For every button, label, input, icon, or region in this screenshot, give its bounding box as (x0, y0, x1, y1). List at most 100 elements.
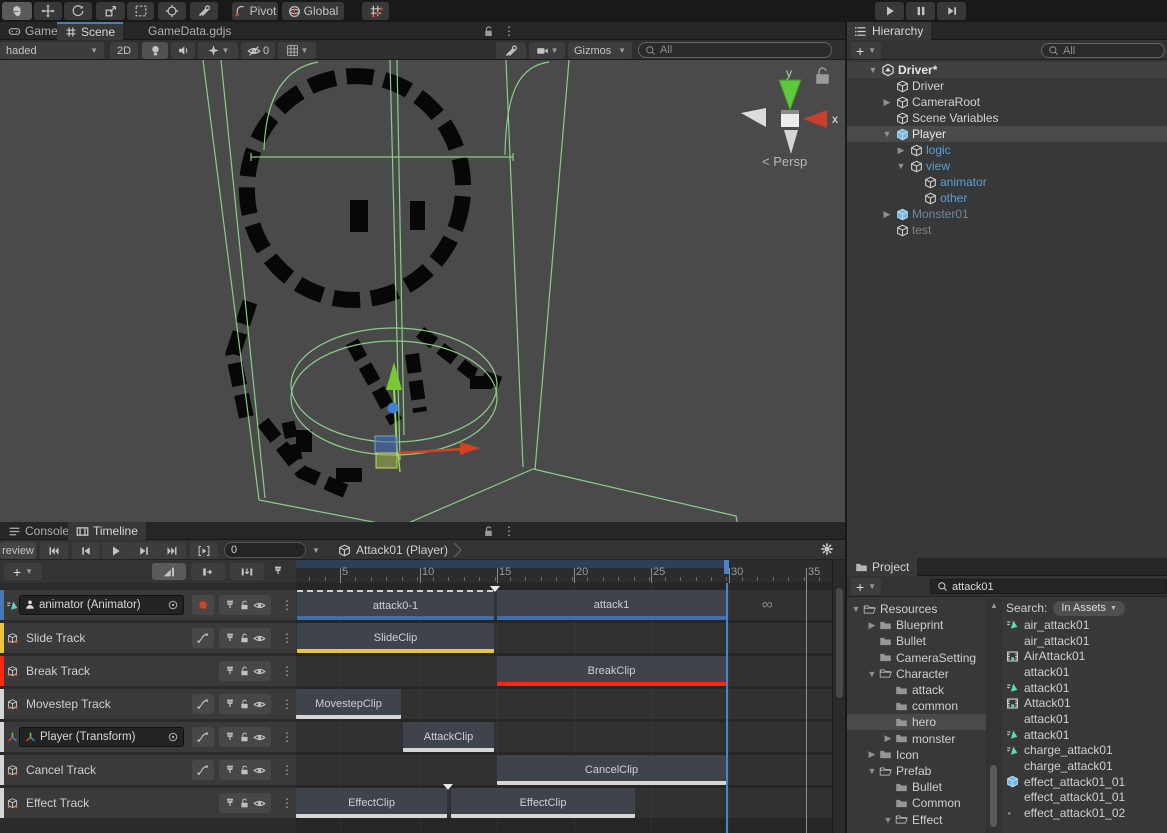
scene-audio-button[interactable] (171, 42, 195, 59)
search-result-item[interactable]: air_attack01 (1002, 633, 1167, 649)
timeline-track-header[interactable]: Movestep Track ⋮ (0, 689, 296, 719)
project-folder-item[interactable]: ▼Resources (847, 601, 986, 617)
project-folder-item[interactable]: Common (847, 795, 986, 811)
step-button[interactable] (937, 2, 966, 20)
timeline-clip[interactable]: BreakClip (497, 656, 726, 686)
lock-icon[interactable] (239, 798, 250, 809)
lock-icon[interactable] (482, 24, 495, 38)
hierarchy-item[interactable]: test (847, 222, 1167, 238)
lock-icon[interactable] (239, 765, 250, 776)
hierarchy-add-button[interactable]: +▼ (851, 42, 881, 59)
transform-tool-button[interactable] (158, 2, 186, 20)
project-folder-item[interactable]: Bullet (847, 633, 986, 649)
project-folder-item[interactable]: ▶Icon (847, 747, 986, 763)
toggle-2d-button[interactable]: 2D (110, 42, 138, 59)
project-folder-item[interactable]: hero (847, 714, 986, 730)
scene-camera-dropdown[interactable]: ▼ (529, 42, 565, 59)
timeline-clip[interactable]: attack1 (497, 590, 726, 620)
object-picker-icon[interactable] (167, 599, 179, 611)
ripple-mode-button[interactable] (191, 563, 225, 580)
timeline-track-header[interactable]: Slide Track ⋮ (0, 623, 296, 653)
tab-project[interactable]: Project (847, 558, 917, 576)
expand-arrow[interactable]: ▶ (882, 209, 892, 220)
search-result-item[interactable]: attack01 (1002, 680, 1167, 696)
project-tree-scrollbar[interactable]: ▲ (986, 599, 1002, 833)
lock-icon[interactable] (239, 699, 250, 710)
eye-icon[interactable] (253, 599, 266, 612)
curves-button[interactable] (192, 760, 214, 780)
timeline-track-header[interactable]: Cancel Track ⋮ (0, 755, 296, 785)
in-assets-scope-pill[interactable]: In Assets▼ (1053, 601, 1125, 616)
track-kebab-icon[interactable]: ⋮ (281, 598, 293, 612)
search-result-item[interactable]: effect_attack01_01 (1002, 774, 1167, 790)
search-result-item[interactable]: effect_attack01_01 (1002, 790, 1167, 806)
track-kebab-icon[interactable]: ⋮ (281, 796, 293, 810)
timeline-track-header[interactable]: Effect Track ⋮ (0, 788, 296, 818)
timeline-clip[interactable]: SlideClip (297, 623, 494, 653)
track-kebab-icon[interactable]: ⋮ (281, 697, 293, 711)
timeline-ruler[interactable]: 5101520253035 (296, 560, 832, 583)
expand-arrow[interactable]: ▶ (867, 620, 877, 631)
hierarchy-item[interactable]: ▼Driver* (847, 62, 1167, 78)
snap-grid-button[interactable] (362, 2, 389, 20)
search-result-item[interactable]: charge_attack01 (1002, 743, 1167, 759)
eye-icon[interactable] (253, 764, 266, 777)
tab-gamedata[interactable]: GameData.gdjs (140, 22, 239, 40)
hierarchy-item[interactable]: ▶CameraRoot (847, 94, 1167, 110)
project-folder-item[interactable]: common (847, 698, 986, 714)
project-folder-item[interactable]: CameraSetting (847, 650, 986, 666)
track-kebab-icon[interactable]: ⋮ (281, 664, 293, 678)
gizmos-dropdown[interactable]: Gizmos▼ (568, 42, 632, 59)
track-kebab-icon[interactable]: ⋮ (281, 730, 293, 744)
timeline-clip[interactable]: AttackClip (403, 722, 494, 752)
scene-grid-dropdown[interactable]: ▼ (278, 42, 316, 59)
scene-viewport[interactable]: y x < Persp (0, 60, 845, 522)
hierarchy-item[interactable]: other (847, 190, 1167, 206)
lock-icon[interactable] (239, 732, 250, 743)
search-result-item[interactable]: attack01 (1002, 711, 1167, 727)
pin-icon[interactable] (224, 632, 236, 644)
expand-arrow[interactable]: ▶ (883, 733, 893, 744)
project-search-input[interactable]: attack01 (930, 579, 1167, 594)
curves-button[interactable] (192, 727, 214, 747)
pin-icon[interactable] (224, 599, 236, 611)
timeline-clip[interactable]: attack0-1 (297, 590, 494, 620)
tab-scene[interactable]: Scene (57, 22, 123, 40)
eye-icon[interactable] (253, 797, 266, 810)
timeline-settings-gear-icon[interactable] (820, 542, 834, 556)
tab-timeline[interactable]: Timeline (68, 522, 146, 540)
global-button[interactable]: Global (282, 2, 344, 20)
play-range-button[interactable] (190, 542, 218, 559)
hierarchy-item[interactable]: ▶Monster01 (847, 206, 1167, 222)
project-folder-item[interactable]: ▶monster (847, 731, 986, 747)
scale-tool-button[interactable] (96, 2, 125, 20)
scene-search-input[interactable]: All (638, 42, 832, 58)
kebab-menu-icon[interactable]: ⋮ (503, 24, 515, 38)
pin-icon[interactable] (224, 764, 236, 776)
next-frame-button[interactable] (130, 542, 158, 559)
lock-icon[interactable] (239, 633, 250, 644)
tab-hierarchy[interactable]: Hierarchy (847, 22, 931, 40)
scene-tools-button[interactable] (496, 42, 526, 59)
hand-tool-button[interactable] (2, 2, 32, 20)
expand-arrow[interactable]: ▶ (896, 145, 906, 156)
search-result-item[interactable]: charge_attack01 (1002, 758, 1167, 774)
hierarchy-item[interactable]: animator (847, 174, 1167, 190)
track-object-field[interactable]: animator (Animator) (19, 595, 184, 615)
expand-arrow[interactable]: ▼ (883, 815, 893, 825)
eye-icon[interactable] (253, 632, 266, 645)
tab-game[interactable]: Game (0, 22, 66, 40)
track-object-field[interactable]: Player (Transform) (19, 727, 184, 747)
previous-frame-button[interactable] (72, 542, 100, 559)
timeline-track-header[interactable]: Break Track ⋮ (0, 656, 296, 686)
lock-icon[interactable] (239, 600, 250, 611)
track-kebab-icon[interactable]: ⋮ (281, 763, 293, 777)
preview-button[interactable]: review (0, 542, 36, 559)
scene-lighting-button[interactable] (142, 42, 168, 59)
move-tool-button[interactable] (34, 2, 62, 20)
timeline-vscrollbar[interactable] (832, 560, 845, 833)
pause-button[interactable] (906, 2, 935, 20)
pin-icon[interactable] (224, 731, 236, 743)
timeline-clip[interactable]: MovestepClip (296, 689, 401, 719)
rect-tool-button[interactable] (127, 2, 154, 20)
